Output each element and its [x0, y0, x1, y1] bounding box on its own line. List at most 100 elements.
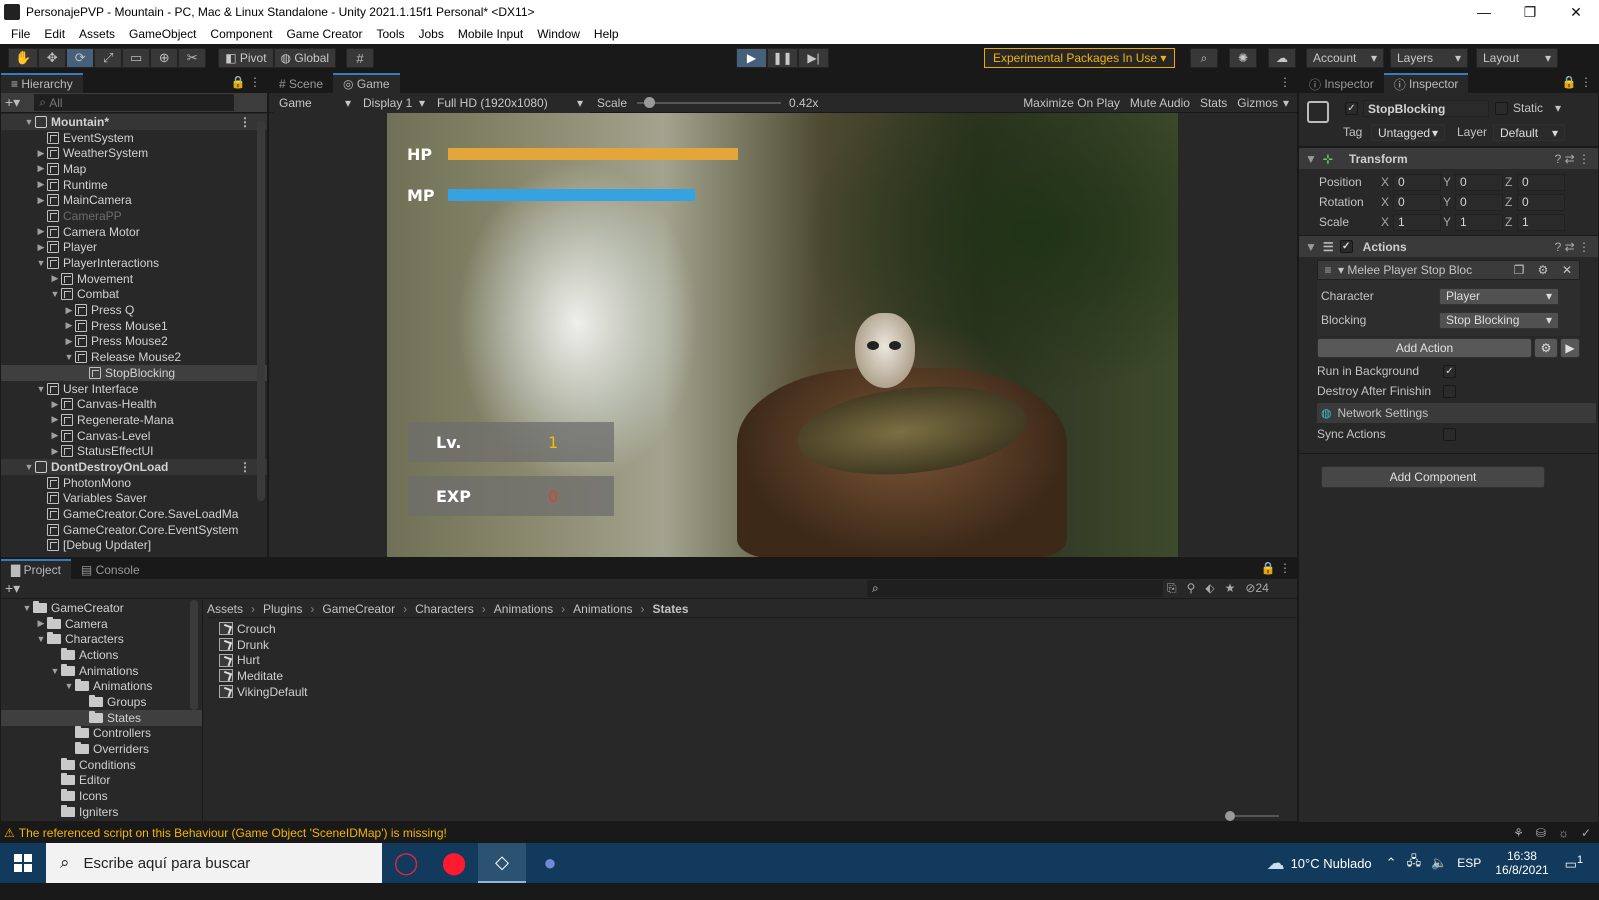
hierarchy-item[interactable]: ▶ Runtime [1, 177, 267, 193]
network-settings-header[interactable]: ◍ Network Settings [1317, 403, 1596, 423]
account-dropdown[interactable]: Account ▾ [1306, 48, 1384, 68]
breadcrumb-item[interactable]: States [653, 602, 689, 616]
hierarchy-item[interactable]: ▶ Player [1, 240, 267, 256]
collapsed-arrow-icon[interactable]: ▶ [63, 320, 75, 331]
character-dropdown[interactable]: Player ▾ [1439, 287, 1559, 305]
cache-icon[interactable]: ⛁ [1536, 826, 1546, 840]
panel-menu-icon[interactable]: 🔒 ⋮ [1261, 561, 1291, 575]
destroy-after-finishing-checkbox[interactable] [1443, 384, 1456, 398]
tab-console[interactable]: ▤ Console [70, 559, 150, 579]
icon-size-slider[interactable] [1225, 811, 1279, 821]
taskbar-search-box[interactable]: ⌕ Escribe aquí para buscar [46, 843, 382, 883]
expanded-arrow-icon[interactable]: ▼ [63, 352, 75, 362]
breadcrumb-item[interactable]: Plugins [263, 602, 302, 616]
rect-tool-button[interactable]: ▭ [122, 48, 151, 68]
add-component-button[interactable]: Add Component [1321, 466, 1545, 488]
hierarchy-item[interactable]: ▶ Movement [1, 271, 267, 287]
hierarchy-item[interactable]: GameCreator.Core.EventSystem [1, 522, 267, 538]
hierarchy-item[interactable]: StopBlocking [1, 365, 267, 381]
opera-gx-app[interactable]: ◯ [382, 843, 430, 883]
transform-header[interactable]: ▼ ⊹ Transform ? ⇄ ⋮ [1299, 147, 1598, 169]
expanded-arrow-icon[interactable]: ▼ [21, 603, 33, 613]
hierarchy-item[interactable]: ▶ WeatherSystem [1, 145, 267, 161]
hierarchy-scrollbar[interactable] [257, 121, 265, 501]
tab-project[interactable]: ▇ Project [1, 559, 71, 579]
folder-tree-item[interactable]: ▼ Animations [1, 678, 202, 694]
expanded-arrow-icon[interactable]: ▼ [23, 117, 35, 127]
pause-button[interactable]: ❚❚ [767, 48, 798, 68]
menu-help[interactable]: Help [587, 27, 626, 41]
breadcrumb-item[interactable]: Animations [573, 602, 632, 616]
create-plus-icon[interactable]: +▾ [5, 94, 20, 111]
volume-icon[interactable]: 🔈 [1431, 855, 1447, 871]
transform-y-field[interactable]: 0 [1455, 173, 1503, 191]
hierarchy-item[interactable]: ▶ Press Mouse1 [1, 318, 267, 334]
scale-slider[interactable] [637, 96, 782, 108]
folder-tree-item[interactable]: Editor [1, 773, 202, 789]
asset-item[interactable]: Crouch [219, 621, 1297, 637]
collapsed-arrow-icon[interactable]: ▶ [35, 195, 47, 206]
unity-app[interactable]: ◇ [478, 843, 526, 883]
hierarchy-item[interactable]: [Debug Updater] [1, 538, 267, 554]
run-in-background-checkbox[interactable]: ✓ [1443, 364, 1456, 378]
opera-app[interactable]: ⬤ [430, 843, 478, 883]
hierarchy-item[interactable]: EventSystem [1, 130, 267, 146]
menu-game-creator[interactable]: Game Creator [279, 27, 369, 41]
menu-mobile-input[interactable]: Mobile Input [451, 27, 530, 41]
pivot-toggle[interactable]: ◧ Pivot [218, 48, 274, 68]
breadcrumb-item[interactable]: Assets [207, 602, 243, 616]
transform-z-field[interactable]: 1 [1517, 213, 1565, 231]
hierarchy-item[interactable]: ▶ Camera Motor [1, 224, 267, 240]
transform-x-field[interactable]: 0 [1393, 193, 1441, 211]
game-mode-dropdown[interactable]: Game ▾ [273, 92, 357, 113]
tab-inspector-2[interactable]: ⓘ Inspector [1383, 73, 1469, 93]
remove-icon[interactable]: ✕ [1555, 263, 1579, 277]
transform-x-field[interactable]: 0 [1393, 173, 1441, 191]
hierarchy-item[interactable]: ▼ Combat [1, 287, 267, 303]
collapsed-arrow-icon[interactable]: ▶ [49, 430, 61, 441]
asset-item[interactable]: Drunk [219, 637, 1297, 653]
display-dropdown[interactable]: Display 1 ▾ [357, 92, 431, 113]
layout-dropdown[interactable]: Layout ▾ [1476, 48, 1558, 68]
transform-y-field[interactable]: 0 [1455, 193, 1503, 211]
breadcrumb-item[interactable]: Characters [415, 602, 474, 616]
menu-assets[interactable]: Assets [72, 27, 122, 41]
collapsed-arrow-icon[interactable]: ▶ [63, 305, 75, 316]
resolution-dropdown[interactable]: Full HD (1920x1080) ▾ [431, 92, 589, 113]
step-button[interactable]: ▶| [798, 48, 829, 68]
breadcrumb-item[interactable]: GameCreator [322, 602, 395, 616]
tag-dropdown[interactable]: Untagged ▾ [1371, 124, 1445, 141]
folder-tree-item[interactable]: ▼ GameCreator [1, 600, 202, 616]
layer-dropdown[interactable]: Default ▾ [1493, 124, 1565, 141]
menu-jobs[interactable]: Jobs [412, 27, 451, 41]
scale-tool-button[interactable]: ⤢ [94, 48, 123, 68]
hierarchy-item[interactable]: ▶ Map [1, 161, 267, 177]
project-search-input[interactable]: ⌕ [867, 580, 1163, 597]
stats-toggle[interactable]: Stats [1195, 96, 1232, 110]
collapsed-arrow-icon[interactable]: ▶ [49, 399, 61, 410]
asset-item[interactable]: Meditate [219, 668, 1297, 684]
menu-component[interactable]: Component [203, 27, 279, 41]
collab-button[interactable]: ✺ [1229, 48, 1257, 68]
create-plus-icon[interactable]: +▾ [5, 580, 20, 597]
collapsed-arrow-icon[interactable]: ▶ [35, 226, 47, 237]
transform-z-field[interactable]: 0 [1517, 193, 1565, 211]
breadcrumb-item[interactable]: Animations [494, 602, 553, 616]
folder-tree-item[interactable]: Icons [1, 788, 202, 804]
icon-size-knob[interactable] [1225, 811, 1235, 821]
hierarchy-search-input[interactable]: ⌕ All [34, 94, 235, 111]
folder-tree-item[interactable]: Igniters [1, 804, 202, 820]
minimize-button[interactable]: — [1461, 0, 1507, 24]
play-button[interactable]: ▶ [736, 48, 767, 68]
collapsed-arrow-icon[interactable]: ▶ [35, 618, 47, 629]
search-by-type-icon[interactable]: ⎘ [1167, 581, 1177, 596]
transform-z-field[interactable]: 0 [1517, 173, 1565, 191]
experimental-packages-button[interactable]: Experimental Packages In Use ▾ [984, 48, 1176, 68]
hierarchy-item[interactable]: ▶ Press Mouse2 [1, 334, 267, 350]
hierarchy-item[interactable]: ▶ Press Q [1, 302, 267, 318]
transform-x-field[interactable]: 1 [1393, 213, 1441, 231]
hidden-packages-icon[interactable]: ⊘24 [1245, 581, 1268, 596]
start-button[interactable] [0, 843, 46, 883]
asset-item[interactable]: Hurt [219, 652, 1297, 668]
rotate-tool-button[interactable]: ⟳ [66, 48, 95, 68]
